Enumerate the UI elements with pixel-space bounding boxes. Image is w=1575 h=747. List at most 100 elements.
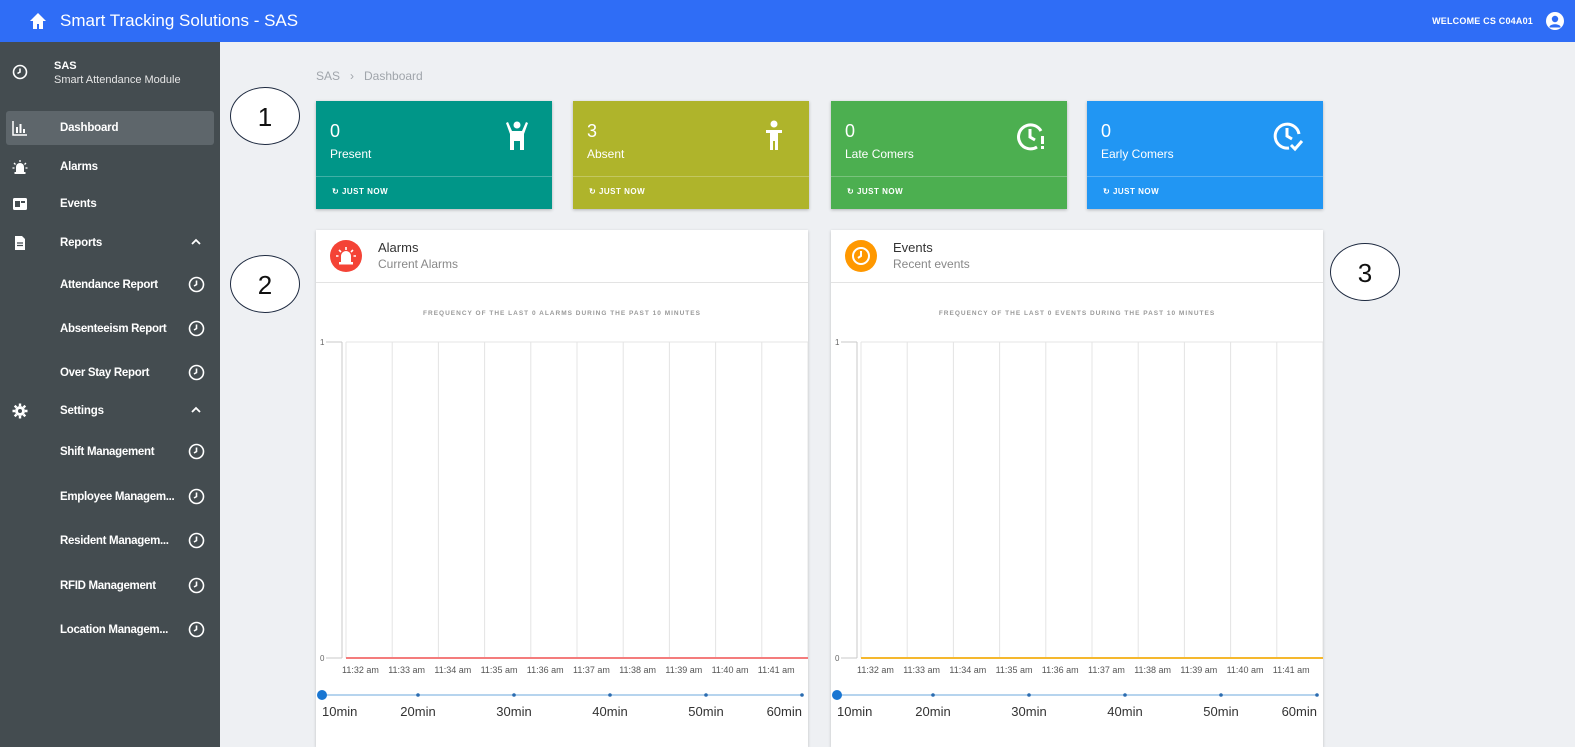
- sidebar-item-settings[interactable]: Settings: [6, 394, 214, 428]
- tile-value: 0: [845, 121, 856, 141]
- callout-3: 3: [1330, 243, 1400, 301]
- card-title: Events: [893, 240, 933, 255]
- sidebar-item-employee-management[interactable]: Employee Managem...: [0, 482, 220, 512]
- tile-value: 0: [330, 121, 341, 141]
- tile-footer: ↻ JUST NOW: [1087, 176, 1323, 209]
- sidebar-item-label: Employee Managem...: [60, 491, 175, 503]
- absent-tile[interactable]: 3 Absent ↻ JUST NOW: [573, 101, 809, 209]
- sidebar-item-label: RFID Management: [60, 580, 156, 592]
- range-handle[interactable]: [317, 690, 327, 700]
- y-tick-label: 0: [320, 654, 325, 663]
- x-tick-label: 11:35 am: [481, 665, 518, 675]
- range-label: 10min: [837, 704, 872, 719]
- range-tick: [416, 693, 420, 697]
- tile-footer-label: JUST NOW: [341, 187, 389, 196]
- alarms-chart: 0 1 11:32 am 11:33 am 11:34 am 11:35 am 11:36 …: [320, 338, 808, 675]
- tile-footer: ↻ JUST NOW: [316, 176, 552, 209]
- range-tick: [512, 693, 516, 697]
- home-icon[interactable]: [28, 11, 48, 31]
- document-icon: [15, 236, 25, 250]
- sidebar-item-resident-management[interactable]: Resident Managem...: [0, 526, 220, 556]
- range-label: 30min: [496, 704, 531, 719]
- clock-icon: [188, 320, 205, 337]
- sidebar-item-location-management[interactable]: Location Managem...: [0, 615, 220, 645]
- clock-icon: [852, 247, 870, 265]
- range-label: 20min: [400, 704, 435, 719]
- sidebar: SAS Smart Attendance Module Dashboard Al…: [0, 42, 220, 747]
- chevron-up-icon[interactable]: [190, 236, 202, 248]
- sidebar-item-over-stay-report[interactable]: Over Stay Report: [0, 358, 220, 388]
- range-tick: [1315, 693, 1319, 697]
- welcome-text: WELCOME CS C04A01: [1432, 16, 1533, 26]
- tile-footer: ↻ JUST NOW: [831, 176, 1067, 209]
- x-tick-label: 11:32 am: [857, 665, 894, 675]
- clock-alert-icon: [1017, 123, 1044, 151]
- y-tick-label: 1: [320, 338, 325, 347]
- present-tile[interactable]: 0 Present ↻ JUST NOW: [316, 101, 552, 209]
- x-tick-label: 11:41 am: [1273, 665, 1310, 675]
- range-label: 60min: [1282, 704, 1317, 719]
- user-account-icon[interactable]: [1545, 11, 1565, 31]
- x-tick-label: 11:36 am: [527, 665, 564, 675]
- range-tick: [1219, 693, 1223, 697]
- late-comers-tile[interactable]: 0 Late Comers ↻ JUST NOW: [831, 101, 1067, 209]
- range-tick: [1027, 693, 1031, 697]
- range-tick: [931, 693, 935, 697]
- x-tick-label: 11:32 am: [342, 665, 379, 675]
- sidebar-item-label: Reports: [60, 237, 103, 249]
- range-label: 40min: [592, 704, 627, 719]
- range-tick: [704, 693, 708, 697]
- chevron-up-icon[interactable]: [190, 404, 202, 416]
- x-tick-label: 11:40 am: [712, 665, 749, 675]
- sidebar-item-label: Settings: [60, 405, 104, 417]
- breadcrumb-separator: ›: [350, 69, 355, 83]
- sidebar-item-dashboard[interactable]: Dashboard: [6, 111, 214, 145]
- sidebar-item-reports[interactable]: Reports: [6, 226, 214, 260]
- x-tick-label: 11:35 am: [996, 665, 1033, 675]
- sidebar-item-alarms[interactable]: Alarms: [6, 150, 214, 184]
- alarms-card: Alarms Current Alarms FREQUENCY OF THE L…: [316, 230, 808, 747]
- tile-footer-label: JUST NOW: [598, 187, 646, 196]
- breadcrumb-current: Dashboard: [364, 69, 423, 83]
- x-tick-label: 11:34 am: [949, 665, 986, 675]
- breadcrumb-root[interactable]: SAS: [316, 69, 340, 83]
- callout-2: 2: [230, 255, 300, 313]
- sidebar-item-label: Location Managem...: [60, 624, 169, 636]
- range-label: 20min: [915, 704, 950, 719]
- range-label: 50min: [1203, 704, 1238, 719]
- card-subtitle: Current Alarms: [378, 257, 459, 271]
- sidebar-item-rfid-management[interactable]: RFID Management: [0, 571, 220, 601]
- early-comers-tile[interactable]: 0 Early Comers ↻ JUST NOW: [1087, 101, 1323, 209]
- y-tick-label: 0: [835, 654, 840, 663]
- alarms-badge: [330, 240, 362, 272]
- x-tick-label: 11:37 am: [1088, 665, 1125, 675]
- sidebar-item-shift-management[interactable]: Shift Management: [0, 437, 220, 467]
- sidebar-app-subtitle: Smart Attendance Module: [54, 74, 181, 86]
- sidebar-item-attendance-report[interactable]: Attendance Report: [0, 270, 220, 300]
- events-chart: 0 1 11:32 am 11:33 am 11:34 am 11:35 am 11:36 …: [835, 338, 1323, 675]
- x-tick-label: 11:40 am: [1227, 665, 1264, 675]
- events-range-slider[interactable]: 10min 20min 30min 40min 50min 60min: [831, 685, 1323, 725]
- sidebar-item-absenteeism-report[interactable]: Absenteeism Report: [0, 314, 220, 344]
- tile-footer-text: ↻ JUST NOW: [589, 187, 646, 196]
- card-divider: [831, 282, 1323, 283]
- person-arms-up-icon: [506, 121, 528, 150]
- tile-value: 0: [1101, 121, 1112, 141]
- y-tick-label: 1: [835, 338, 840, 347]
- range-label: 30min: [1011, 704, 1046, 719]
- clock-icon: [188, 276, 205, 293]
- clock-icon: [12, 64, 28, 80]
- tile-footer-text: ↻ JUST NOW: [1103, 187, 1160, 196]
- tile-footer: ↻ JUST NOW: [573, 176, 809, 209]
- alarms-range-slider[interactable]: 10min 20min 30min 40min 50min 60min: [316, 685, 808, 725]
- callout-1: 1: [230, 87, 300, 145]
- sidebar-item-events[interactable]: Events: [6, 187, 214, 221]
- clock-icon: [188, 577, 205, 594]
- clock-icon: [188, 621, 205, 638]
- range-tick: [800, 693, 804, 697]
- tile-label: Early Comers: [1101, 147, 1174, 161]
- range-handle[interactable]: [832, 690, 842, 700]
- tile-label: Present: [330, 147, 372, 161]
- card-subtitle: Recent events: [893, 257, 970, 271]
- x-tick-label: 11:39 am: [1180, 665, 1217, 675]
